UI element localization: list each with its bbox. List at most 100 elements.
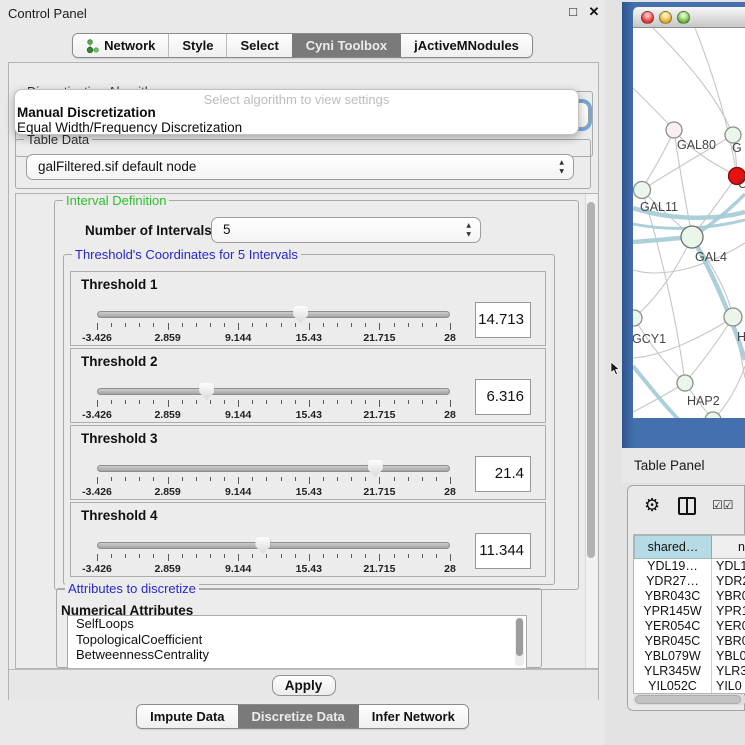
table-row[interactable]: YBR043CYBR0 bbox=[634, 589, 745, 604]
tab-cyni-toolbox[interactable]: Cyni Toolbox bbox=[292, 34, 400, 57]
table-cell-name: YLR3 bbox=[712, 664, 745, 679]
list-scrollbar[interactable] bbox=[515, 618, 524, 666]
tick-mark bbox=[266, 323, 267, 327]
network-node[interactable] bbox=[666, 122, 682, 138]
network-node[interactable] bbox=[681, 226, 703, 248]
tick-label: 21.715 bbox=[363, 409, 395, 421]
slider-thumb[interactable] bbox=[293, 306, 308, 323]
table-data-selected-value: galFiltered.sif default node bbox=[38, 159, 196, 174]
tab-label: Style bbox=[182, 35, 213, 57]
tick-mark bbox=[337, 323, 338, 327]
attribute-list-item[interactable]: SelfLoops bbox=[68, 616, 526, 632]
threshold-value-field[interactable]: 11.344 bbox=[475, 533, 531, 569]
zoom-traffic-light-icon[interactable] bbox=[677, 11, 690, 24]
table-row[interactable]: YBL079WYBL0 bbox=[634, 649, 745, 664]
vertical-scrollbar[interactable] bbox=[585, 194, 597, 669]
close-window-button[interactable]: ✕ bbox=[587, 4, 601, 20]
screen: Control Panel □ ✕ NetworkStyleSelectCyni… bbox=[0, 0, 745, 745]
threshold-slider[interactable] bbox=[97, 542, 450, 549]
list-scrollbar-thumb[interactable] bbox=[516, 618, 523, 656]
table-cell-shared-name: YBR045C bbox=[634, 634, 712, 649]
tick-mark bbox=[365, 477, 366, 481]
slider-thumb[interactable] bbox=[255, 537, 270, 554]
table-row[interactable]: YLR345WYLR3 bbox=[634, 664, 745, 679]
threshold-slider[interactable] bbox=[97, 388, 450, 395]
tab-jactivemnodules[interactable]: jActiveMNodules bbox=[400, 34, 532, 57]
tick-mark bbox=[337, 400, 338, 404]
close-traffic-light-icon[interactable] bbox=[641, 11, 654, 24]
table-row[interactable]: YDR27…YDR2 bbox=[634, 574, 745, 589]
horizontal-scrollbar-thumb[interactable] bbox=[635, 695, 741, 704]
tick-mark bbox=[252, 323, 253, 327]
popup-option-manual-discretization[interactable]: Manual Discretization bbox=[17, 105, 579, 120]
threshold-label: Threshold 4 bbox=[81, 508, 158, 523]
tick-mark bbox=[252, 400, 253, 404]
tick-mark bbox=[266, 477, 267, 481]
tick-mark bbox=[266, 554, 267, 558]
tick-mark bbox=[323, 323, 324, 327]
tick-mark bbox=[436, 400, 437, 404]
tab-select[interactable]: Select bbox=[226, 34, 291, 57]
tick-mark bbox=[394, 323, 395, 327]
tick-label: -3.426 bbox=[82, 409, 112, 421]
threshold-slider[interactable] bbox=[97, 311, 450, 318]
minimize-traffic-light-icon[interactable] bbox=[659, 11, 672, 24]
threshold-slider[interactable] bbox=[97, 465, 450, 472]
tick-mark bbox=[168, 400, 169, 407]
tab-style[interactable]: Style bbox=[168, 34, 226, 57]
tick-mark bbox=[139, 323, 140, 327]
tick-mark bbox=[196, 554, 197, 558]
threshold-panel: Threshold 3-3.4262.8599.14415.4321.71528… bbox=[70, 425, 546, 500]
table-row[interactable]: YPR145WYPR1 bbox=[634, 604, 745, 619]
network-canvas[interactable]: GAL80GCGAL11GAL4GCY1HHAP2 bbox=[633, 28, 745, 418]
numerical-attributes-list[interactable]: SelfLoopsTopologicalCoefficientBetweenne… bbox=[67, 615, 527, 669]
slider-thumb[interactable] bbox=[368, 460, 383, 477]
tab-discretize-data[interactable]: Discretize Data bbox=[238, 705, 358, 728]
threshold-value-field[interactable]: 6.316 bbox=[475, 379, 531, 415]
table-row[interactable]: YIL052CYIL0 bbox=[634, 679, 745, 694]
tick-mark bbox=[97, 323, 98, 330]
tick-mark bbox=[210, 477, 211, 481]
vertical-scrollbar-thumb[interactable] bbox=[587, 202, 595, 558]
gear-icon[interactable]: ⚙ bbox=[644, 495, 660, 517]
slider-ticks bbox=[97, 400, 450, 408]
network-window-titlebar[interactable] bbox=[633, 7, 745, 28]
column-header-shared[interactable]: shared… bbox=[634, 535, 712, 559]
float-window-button[interactable]: □ bbox=[566, 4, 580, 20]
network-node[interactable] bbox=[634, 182, 651, 199]
number-of-intervals-combobox[interactable]: 5 ▲▼ bbox=[211, 217, 481, 243]
tick-mark bbox=[309, 323, 310, 330]
threshold-value-field[interactable]: 21.4 bbox=[475, 456, 531, 492]
tick-mark bbox=[224, 477, 225, 481]
attribute-list-item[interactable]: BetweennessCentrality bbox=[68, 647, 526, 663]
attribute-list-item[interactable]: TopologicalCoefficient bbox=[68, 632, 526, 648]
table-row[interactable]: YER054CYER0 bbox=[634, 619, 745, 634]
slider-tick-labels: -3.4262.8599.14415.4321.71528 bbox=[97, 486, 450, 498]
tab-impute-data[interactable]: Impute Data bbox=[137, 705, 237, 728]
tick-mark bbox=[309, 554, 310, 561]
number-of-intervals-value: 5 bbox=[223, 222, 231, 237]
select-columns-icon[interactable]: ☑☑ bbox=[712, 498, 734, 512]
network-node[interactable] bbox=[677, 375, 693, 391]
table-cell-name: YER0 bbox=[712, 619, 745, 634]
tick-mark bbox=[422, 554, 423, 558]
table-cell-name: YBR0 bbox=[712, 589, 745, 604]
horizontal-scrollbar[interactable] bbox=[633, 694, 745, 705]
split-columns-icon[interactable] bbox=[678, 497, 696, 515]
tick-mark bbox=[196, 477, 197, 481]
slider-thumb[interactable] bbox=[199, 383, 214, 400]
table-row[interactable]: YDL19…YDL1 bbox=[634, 559, 745, 574]
tick-mark bbox=[182, 477, 183, 481]
table-row[interactable]: YBR045CYBR0 bbox=[634, 634, 745, 649]
tab-infer-network[interactable]: Infer Network bbox=[358, 705, 468, 728]
tick-label: 28 bbox=[444, 486, 456, 498]
table-data-combobox[interactable]: galFiltered.sif default node ▲▼ bbox=[26, 154, 574, 180]
threshold-value-field[interactable]: 14.713 bbox=[475, 302, 531, 338]
network-node[interactable] bbox=[724, 308, 742, 326]
tab-network[interactable]: Network bbox=[73, 34, 168, 57]
tick-label: 2.859 bbox=[154, 332, 180, 344]
popup-option-equal-width-frequency-discretization[interactable]: Equal Width/Frequency Discretization bbox=[17, 120, 579, 135]
tick-mark bbox=[323, 400, 324, 404]
column-header-name[interactable]: n bbox=[712, 535, 745, 559]
apply-button[interactable]: Apply bbox=[272, 675, 336, 696]
